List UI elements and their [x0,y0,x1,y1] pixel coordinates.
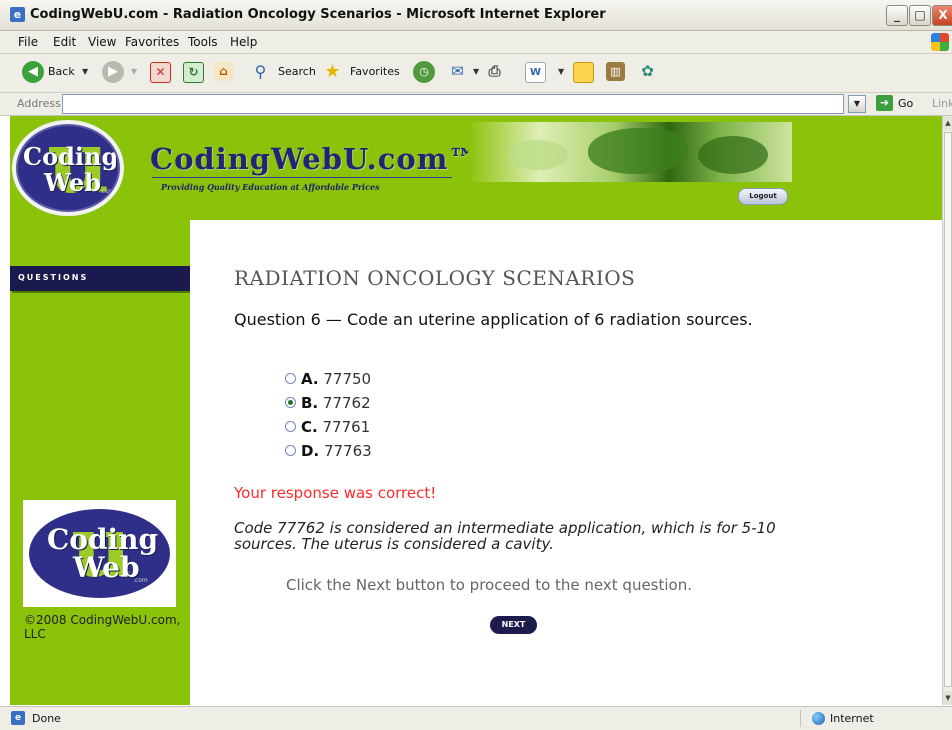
radio-button[interactable] [285,445,296,456]
search-label[interactable]: Search [278,65,316,78]
result-message: Your response was correct! [234,484,437,502]
radio-button-selected[interactable] [285,397,296,408]
option-value: 77762 [322,394,371,412]
menu-file[interactable]: File [18,35,38,49]
address-dropdown-icon[interactable]: ▼ [848,95,866,113]
research-icon[interactable]: ▥ [606,62,625,81]
header-banner-image [468,122,792,182]
scroll-up-icon[interactable]: ▲ [943,116,952,130]
forward-icon[interactable]: ▶ [102,61,124,83]
next-button[interactable]: NEXT [490,616,537,634]
menu-edit[interactable]: Edit [53,35,76,49]
sidebar-item-label: QUESTIONS [18,273,89,282]
mail-dropdown-icon[interactable]: ▼ [473,67,479,76]
page-done-icon: e [11,711,25,725]
stop-icon[interactable]: ✕ [150,62,171,83]
window-title-bar[interactable]: e CodingWebU.com - Radiation Oncology Sc… [0,0,952,31]
browser-toolbar: ◀ Back ▼ ▶ ▼ ✕ ↻ ⌂ ⚲ Search ★ Favorites … [0,54,952,93]
security-zone-label: Internet [830,712,874,725]
logo-word-bottom: Web [73,551,140,584]
logo-dotcom: .com [133,577,148,584]
logo-word-top: Coding [23,142,119,171]
menu-help[interactable]: Help [230,35,257,49]
status-bar: e Done Internet [0,706,952,730]
messenger-icon[interactable]: ✿ [638,62,657,81]
vertical-scrollbar[interactable]: ▲ ▼ [942,116,952,705]
footer-logo-oval: u Coding Web .com [29,509,170,598]
site-name: CodingWebU.com™ [150,142,479,176]
option-letter: C. [301,418,318,436]
question-text: Question 6 — Code an uterine application… [234,310,753,329]
favorites-label[interactable]: Favorites [350,65,400,78]
copyright: ©2008 CodingWebU.com, LLC [24,613,181,641]
ie-window-icon: e [10,7,25,22]
logo-word-bottom: Web [44,168,102,197]
tagline: Providing Quality Education at Affordabl… [161,182,380,192]
mail-icon[interactable]: ✉ [448,62,467,81]
address-input[interactable] [62,94,844,114]
print-icon[interactable]: ⎙ [485,62,504,81]
explanation-text: Code 77762 is considered an intermediate… [234,519,776,553]
answer-option-a[interactable]: A. 77750 [285,370,371,388]
content-panel [190,220,942,705]
refresh-icon[interactable]: ↻ [183,62,204,83]
back-dropdown-icon[interactable]: ▼ [82,67,88,76]
forward-dropdown-icon[interactable]: ▼ [131,67,137,76]
menu-bar: File Edit View Favorites Tools Help [0,31,952,54]
windows-logo-icon [931,33,949,51]
address-label: Address [17,97,61,110]
scrollbar-thumb[interactable] [944,132,952,687]
option-letter: B. [301,394,319,412]
go-arrow-icon[interactable]: ➜ [876,95,893,111]
answer-option-b[interactable]: B. 77762 [285,394,371,412]
close-button[interactable]: X [932,5,952,26]
menu-tools[interactable]: Tools [188,35,218,49]
address-bar: Address ▼ ➜ Go Link [0,93,952,116]
scroll-down-icon[interactable]: ▼ [943,691,952,705]
history-icon[interactable]: ◷ [413,61,435,83]
status-text: Done [32,712,61,725]
instruction-text: Click the Next button to proceed to the … [286,576,692,594]
site-name-rule [152,177,452,178]
answer-option-c[interactable]: C. 77761 [285,418,370,436]
home-icon[interactable]: ⌂ [214,62,233,81]
edit-word-icon[interactable]: W [525,62,546,83]
internet-zone-icon [812,712,825,725]
back-label[interactable]: Back [48,65,75,78]
page-title: RADIATION ONCOLOGY SCENARIOS [234,266,636,290]
maximize-button[interactable]: □ [909,5,931,26]
answer-option-d[interactable]: D. 77763 [285,442,372,460]
option-value: 77763 [323,442,372,460]
option-value: 77750 [323,370,372,388]
logo-dotcom: .com [100,188,115,195]
menu-favorites[interactable]: Favorites [125,35,179,49]
page-viewport: u Coding Web .com CodingWebU.com™ Provid… [10,116,942,705]
banner-shape [508,140,568,170]
radio-button[interactable] [285,373,296,384]
codingweb-logo[interactable]: u Coding Web .com [16,124,120,212]
option-letter: A. [301,370,319,388]
banner-shape [698,136,768,174]
option-value: 77761 [322,418,371,436]
links-label[interactable]: Link [932,97,952,110]
minimize-button[interactable]: _ [886,5,908,26]
search-icon[interactable]: ⚲ [251,62,270,81]
banner-shape [588,128,688,174]
option-letter: D. [301,442,320,460]
go-button[interactable]: Go [898,97,913,110]
sidebar-item-questions[interactable]: QUESTIONS [10,266,206,291]
logout-button[interactable]: Logout [738,188,788,205]
edit-dropdown-icon[interactable]: ▼ [558,67,564,76]
footer-logo: u Coding Web .com [23,500,176,607]
radio-button[interactable] [285,421,296,432]
discuss-icon[interactable] [573,62,594,83]
favorites-star-icon[interactable]: ★ [323,62,342,81]
menu-view[interactable]: View [88,35,116,49]
status-divider [800,710,801,727]
window-title: CodingWebU.com - Radiation Oncology Scen… [30,7,606,22]
back-icon[interactable]: ◀ [22,61,44,83]
